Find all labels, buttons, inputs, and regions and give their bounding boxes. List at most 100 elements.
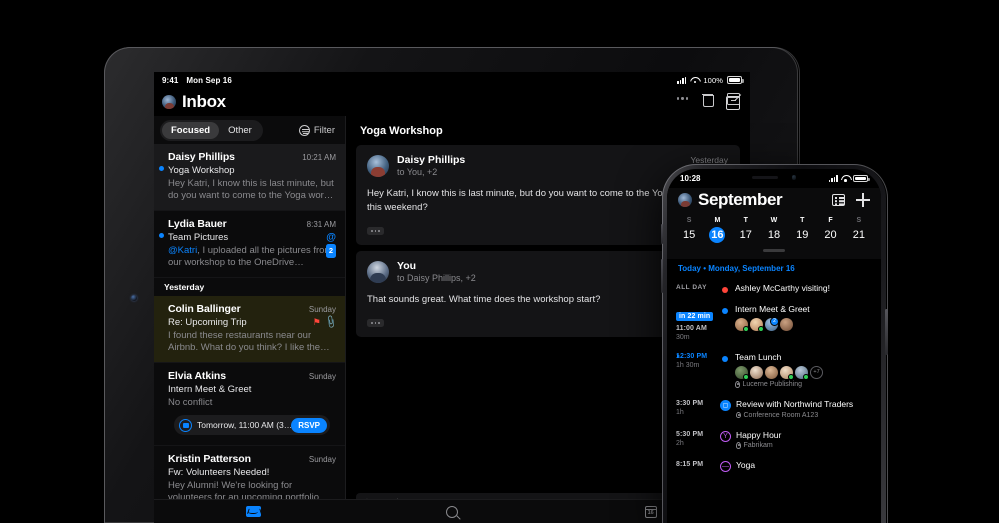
weekday-label: T — [743, 217, 748, 224]
phone-volume-down-button[interactable] — [660, 259, 663, 293]
trash-icon[interactable] — [702, 92, 714, 107]
expand-quoted-text-button[interactable] — [367, 319, 384, 327]
focus-toggle: Focused Other — [160, 119, 263, 141]
phone-screen: 10:28 September S M T W T F S 15 16 17 1… — [667, 169, 881, 523]
more-icon[interactable] — [676, 97, 688, 100]
calendar-day-label: 16 — [647, 510, 654, 516]
event-time: 5:30 PM — [676, 430, 704, 438]
plus-icon[interactable] — [856, 193, 870, 207]
sender-name: Lydia Bauer — [168, 218, 227, 230]
list-item[interactable]: 12:30 PM 1h 30m Team Lunch +7 Lucerne Pu… — [676, 348, 872, 396]
message-list[interactable]: Daisy Phillips 10:21 AM Yoga Workshop He… — [154, 144, 345, 523]
day-number: 16 — [709, 227, 726, 243]
phone-power-button[interactable] — [885, 309, 888, 355]
weekday-label: S — [686, 217, 692, 224]
avatar — [765, 365, 778, 379]
conversation-title: Yoga Workshop — [360, 125, 443, 137]
attendee-overflow[interactable]: +7 — [810, 365, 823, 379]
battery-percent: 100% — [703, 75, 723, 85]
attachment-count-badge: 2 — [325, 244, 336, 258]
tablet-camera — [131, 295, 137, 301]
rsvp-button[interactable]: RSVP — [291, 417, 327, 433]
attachment-icon: 📎 — [323, 314, 339, 330]
phone-status-bar: 10:28 — [667, 169, 881, 188]
phone-volume-up-button[interactable] — [660, 224, 663, 244]
event-color-dot — [722, 286, 728, 293]
user-avatar[interactable] — [678, 193, 692, 207]
weekday-label: W — [770, 217, 778, 224]
preview-text: No conflict — [168, 397, 213, 408]
expand-quoted-text-button[interactable] — [367, 227, 384, 235]
filter-label: Filter — [313, 124, 335, 136]
event-title: Yoga — [736, 460, 756, 470]
tab-bar: 16 — [154, 499, 750, 523]
event-color-dot — [722, 307, 728, 314]
subject: Team Pictures — [168, 232, 229, 243]
event-location: Lucerne Publishing — [735, 381, 872, 388]
event-time: 11:00 AM — [676, 324, 707, 332]
location-pin-icon — [736, 411, 741, 419]
archive-icon[interactable] — [727, 92, 740, 105]
timestamp: Sunday — [308, 372, 336, 381]
event-location: Conference Room A123 — [736, 412, 872, 419]
list-item[interactable]: Elvia Atkins Sunday Intern Meet & Greet … — [154, 363, 345, 446]
search-tab[interactable] — [353, 505, 552, 518]
subject: Yoga Workshop — [168, 165, 235, 176]
rsvp-time-label: Tomorrow, 11:00 AM (3… — [197, 420, 292, 430]
list-item[interactable]: 5:30 PM 2h Y Happy Hour Fabrikam — [676, 426, 872, 457]
video-meeting-icon: ▢ — [720, 400, 731, 411]
list-item[interactable]: Lydia Bauer 8:31 AM Team Pictures @ @Kat — [154, 211, 345, 278]
list-item[interactable]: 8:15 PM — Yoga — [676, 456, 872, 479]
avatar — [795, 365, 809, 380]
event-title: Happy Hour — [736, 429, 782, 440]
calendar-day[interactable]: 17 — [732, 227, 760, 243]
calendar-icon — [179, 418, 192, 432]
calendar-day[interactable]: 19 — [788, 227, 816, 243]
list-item[interactable]: Daisy Phillips 10:21 AM Yoga Workshop He… — [154, 144, 345, 211]
status-time: 10:28 — [680, 174, 701, 183]
agenda-icon[interactable] — [832, 194, 845, 206]
avatar — [750, 365, 763, 379]
event-title: Ashley McCarthy visiting! — [735, 282, 830, 293]
timestamp: 8:31 AM — [306, 220, 336, 229]
tab-other[interactable]: Other — [219, 122, 261, 139]
filter-icon — [298, 124, 310, 136]
calendar-day[interactable]: 20 — [816, 227, 844, 243]
sender-name: You — [397, 260, 417, 272]
timestamp: 10:21 AM — [302, 153, 336, 162]
status-time: 9:41 — [162, 75, 179, 85]
event-time: 3:30 PM — [676, 400, 704, 407]
weekday-header: S M T W T F S — [667, 214, 881, 225]
calendar-day[interactable]: 15 — [675, 227, 703, 243]
calendar-day[interactable]: 18 — [760, 227, 788, 243]
location-pin-icon — [735, 381, 740, 388]
inbox-header: Inbox — [154, 88, 750, 116]
sender-name: Daisy Phillips — [168, 151, 235, 163]
weekday-label: T — [800, 217, 805, 224]
cocktail-icon: Y — [720, 430, 731, 442]
rsvp-chip[interactable]: Tomorrow, 11:00 AM (3… RSVP — [174, 415, 330, 435]
weekday-label: M — [714, 217, 721, 224]
calendar-day-selected[interactable]: 16 — [703, 227, 731, 243]
tablet-screen: 9:41 Mon Sep 16 100% Inbox Focused Other… — [154, 72, 750, 523]
event-duration: 30m — [676, 333, 690, 341]
list-item[interactable]: in 22 min 11:00 AM 30m Intern Meet & Gre… — [676, 300, 872, 348]
week-strip: 15 16 17 18 19 20 21 — [667, 225, 881, 249]
user-avatar[interactable] — [162, 95, 176, 109]
list-item[interactable]: 3:30 PM 1h ▢ Review with Northwind Trade… — [676, 395, 872, 426]
list-item[interactable]: ALL DAY Ashley McCarthy visiting! — [676, 279, 872, 300]
battery-icon — [853, 174, 870, 183]
list-item[interactable]: Colin Ballinger Sunday Re: Upcoming Trip… — [154, 296, 345, 363]
list-section-header: Yesterday — [154, 278, 345, 296]
filter-bar: Focused Other Filter — [154, 116, 345, 144]
calendar-day[interactable]: 21 — [845, 227, 873, 243]
tab-focused[interactable]: Focused — [162, 121, 220, 139]
filter-button[interactable]: Filter — [298, 124, 335, 136]
agenda-list[interactable]: ALL DAY Ashley McCarthy visiting! in 22 … — [667, 279, 881, 480]
sender-name: Kristin Patterson — [168, 453, 251, 465]
event-now-marker — [677, 353, 680, 358]
wifi-icon — [841, 175, 850, 182]
drag-handle[interactable] — [763, 249, 785, 252]
day-number: 18 — [767, 229, 781, 241]
mail-tab[interactable] — [154, 506, 353, 517]
